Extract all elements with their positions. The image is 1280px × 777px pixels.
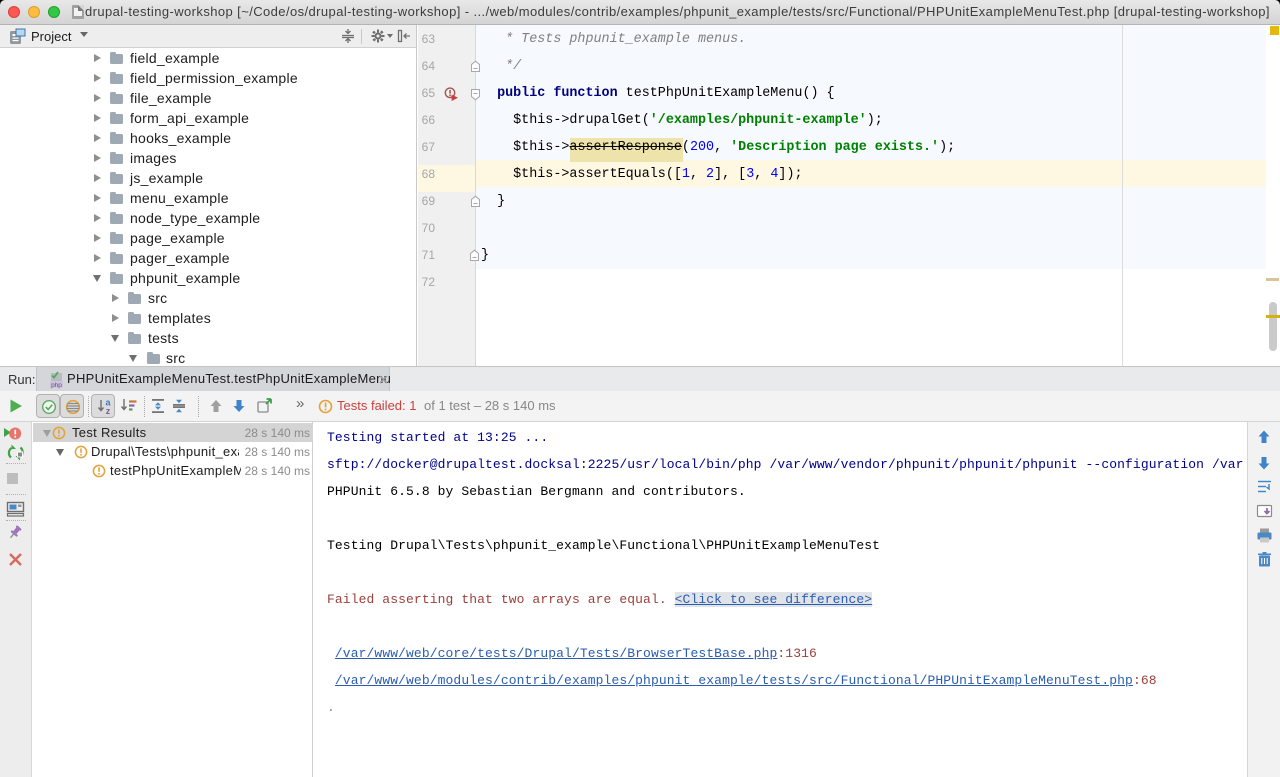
svg-text:z: z — [106, 406, 111, 415]
svg-text:php: php — [51, 382, 62, 389]
